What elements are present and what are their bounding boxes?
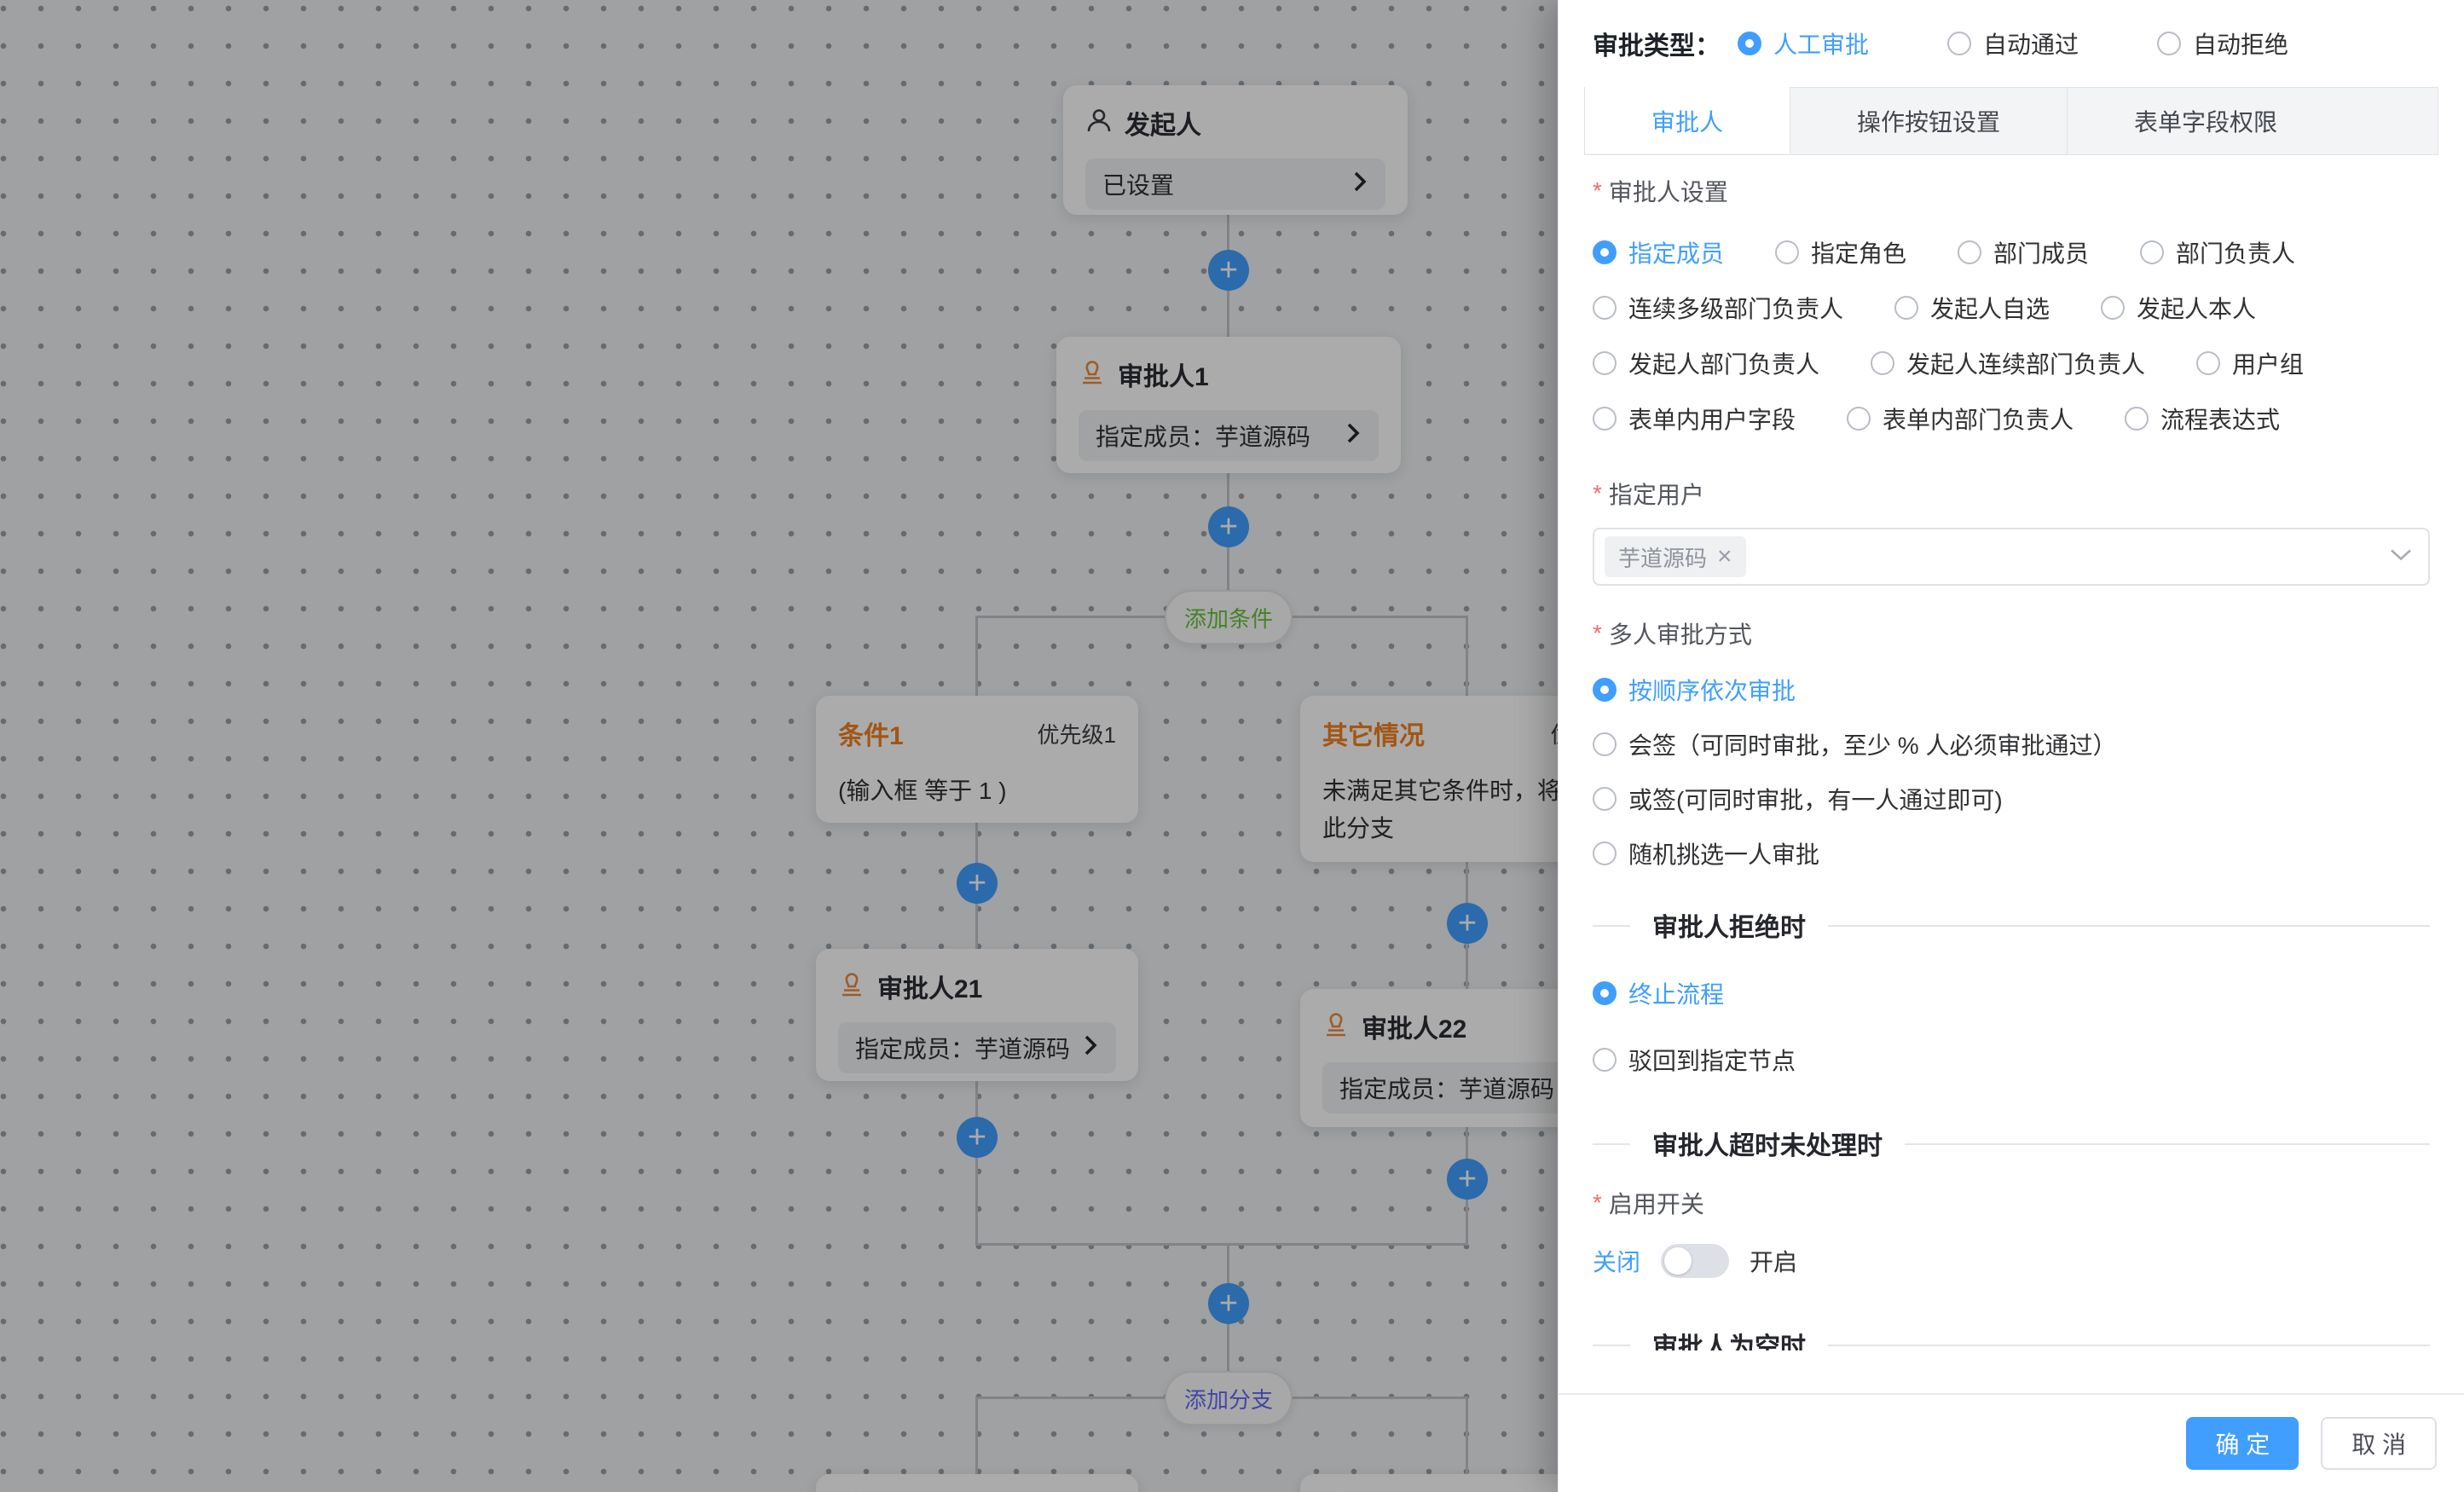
radio-icon <box>1593 351 1617 375</box>
radio-multi-level-dept-leader[interactable]: 连续多级部门负责人 <box>1593 291 1843 325</box>
enable-switch-label: * 启用开关 <box>1593 1186 2430 1220</box>
empty-section-divider: 审批人为空时 <box>1593 1327 2430 1350</box>
radio-icon <box>1593 407 1617 431</box>
timeout-section-title: 审批人超时未处理时 <box>1630 1125 1905 1162</box>
radio-return-to-node[interactable]: 驳回到指定节点 <box>1593 1043 1796 1077</box>
reject-section-divider: 审批人拒绝时 <box>1593 908 2430 942</box>
radio-initiator-choose[interactable]: 发起人自选 <box>1894 291 2050 325</box>
cancel-button[interactable]: 取 消 <box>2321 1417 2437 1470</box>
approver-setting-row: 表单内用户字段 表单内部门负责人 流程表达式 <box>1593 402 2430 436</box>
multi-approve-mode-label: * 多人审批方式 <box>1593 616 2430 651</box>
approval-type-row: 审批类型： 人工审批 自动通过 自动拒绝 <box>1559 0 2464 87</box>
assign-user-select[interactable]: 芋道源码 × <box>1593 528 2430 586</box>
radio-icon <box>2101 296 2125 320</box>
radio-icon <box>2140 240 2164 264</box>
radio-label: 自动通过 <box>1983 26 2079 61</box>
radio-icon <box>1593 841 1617 865</box>
radio-manual-approval[interactable]: 人工审批 <box>1738 26 1869 61</box>
required-asterisk: * <box>1593 177 1602 205</box>
timeout-section-divider: 审批人超时未处理时 <box>1593 1126 2430 1160</box>
drawer-footer: 确 定 取 消 <box>1559 1393 2464 1492</box>
radio-sequential-approval[interactable]: 按顺序依次审批 <box>1593 673 1796 707</box>
required-asterisk: * <box>1593 620 1602 647</box>
radio-icon <box>1947 32 1971 55</box>
multi-mode-option: 会签（可同时审批，至少 % 人必须审批通过） <box>1593 727 2430 761</box>
settings-tabs: 审批人 操作按钮设置 表单字段权限 <box>1584 87 2438 155</box>
multi-mode-option: 或签(可同时审批，有一人通过即可) <box>1593 782 2430 816</box>
approver-setting-label: * 审批人设置 <box>1593 174 2430 208</box>
radio-icon <box>1593 296 1617 320</box>
radio-icon <box>1593 732 1617 756</box>
radio-icon <box>1775 240 1799 264</box>
radio-dept-leader[interactable]: 部门负责人 <box>2140 235 2295 269</box>
radio-dept-member[interactable]: 部门成员 <box>1958 235 2089 269</box>
radio-auto-reject[interactable]: 自动拒绝 <box>2157 26 2288 61</box>
radio-icon <box>1593 1048 1617 1072</box>
tab-approver[interactable]: 审批人 <box>1585 87 1790 153</box>
radio-or-sign[interactable]: 或签(可同时审批，有一人通过即可) <box>1593 782 2003 816</box>
approver-setting-row: 连续多级部门负责人 发起人自选 发起人本人 <box>1593 291 2430 325</box>
radio-designated-role[interactable]: 指定角色 <box>1775 235 1906 269</box>
enable-switch-row: 关闭 开启 <box>1593 1242 2430 1280</box>
radio-terminate-process[interactable]: 终止流程 <box>1593 976 1724 1010</box>
radio-countersign[interactable]: 会签（可同时审批，至少 % 人必须审批通过） <box>1593 727 2116 761</box>
empty-section-title: 审批人为空时 <box>1630 1326 1828 1350</box>
radio-initiator-self[interactable]: 发起人本人 <box>2101 291 2256 325</box>
radio-designated-member[interactable]: 指定成员 <box>1593 235 1724 269</box>
radio-label: 人工审批 <box>1773 26 1869 61</box>
approval-type-label: 审批类型： <box>1593 25 1721 62</box>
radio-user-group[interactable]: 用户组 <box>2196 346 2304 380</box>
radio-auto-pass[interactable]: 自动通过 <box>1947 26 2079 61</box>
reject-option: 驳回到指定节点 <box>1593 1043 2430 1077</box>
radio-icon <box>2157 32 2181 55</box>
radio-icon <box>1593 787 1617 811</box>
radio-initiator-dept-leader[interactable]: 发起人部门负责人 <box>1593 346 1819 380</box>
tab-action-buttons[interactable]: 操作按钮设置 <box>1790 88 2068 154</box>
approver-setting-row: 指定成员 指定角色 部门成员 部门负责人 <box>1593 235 2430 269</box>
radio-icon <box>1894 296 1918 320</box>
radio-form-dept-leader[interactable]: 表单内部门负责人 <box>1847 402 2074 436</box>
radio-icon <box>1738 32 1761 55</box>
multi-mode-option: 按顺序依次审批 <box>1593 673 2430 707</box>
radio-icon <box>2125 407 2149 431</box>
approver-settings-drawer: 审批类型： 人工审批 自动通过 自动拒绝 审批人 操作按钮设置 表单字段权限 *… <box>1558 0 2464 1492</box>
switch-on-label: 开启 <box>1750 1244 1797 1278</box>
tag-remove-icon[interactable]: × <box>1717 544 1732 570</box>
reject-section-title: 审批人拒绝时 <box>1630 906 1828 944</box>
switch-off-label: 关闭 <box>1593 1244 1640 1278</box>
radio-label: 自动拒绝 <box>2193 26 2288 61</box>
selected-user-tag: 芋道源码 × <box>1605 536 1746 577</box>
multi-mode-option: 随机挑选一人审批 <box>1593 836 2430 870</box>
radio-icon <box>1958 240 1981 264</box>
radio-icon <box>2196 351 2220 375</box>
enable-toggle[interactable] <box>1661 1244 1729 1278</box>
radio-initiator-multi-dept-leader[interactable]: 发起人连续部门负责人 <box>1871 346 2145 380</box>
tab-form-field-permissions[interactable]: 表单字段权限 <box>2068 88 2344 154</box>
radio-process-expression[interactable]: 流程表达式 <box>2125 402 2280 436</box>
radio-icon <box>1847 407 1871 431</box>
drawer-content: * 审批人设置 指定成员 指定角色 部门成员 部门负责人 连续多级部门负责人 发… <box>1559 155 2464 1350</box>
chevron-down-icon <box>2389 547 2413 567</box>
approver-setting-row: 发起人部门负责人 发起人连续部门负责人 用户组 <box>1593 346 2430 380</box>
radio-random-one[interactable]: 随机挑选一人审批 <box>1593 836 1819 870</box>
radio-form-user-field[interactable]: 表单内用户字段 <box>1593 402 1796 436</box>
radio-icon <box>1593 678 1617 702</box>
required-asterisk: * <box>1593 1189 1602 1217</box>
toggle-knob <box>1664 1247 1692 1275</box>
assign-user-label: * 指定用户 <box>1593 477 2430 511</box>
reject-option: 终止流程 <box>1593 976 2430 1010</box>
confirm-button[interactable]: 确 定 <box>2186 1417 2299 1470</box>
radio-icon <box>1593 981 1617 1005</box>
radio-icon <box>1593 240 1617 264</box>
required-asterisk: * <box>1593 480 1602 507</box>
tag-label: 芋道源码 <box>1618 541 1707 573</box>
radio-icon <box>1871 351 1894 375</box>
